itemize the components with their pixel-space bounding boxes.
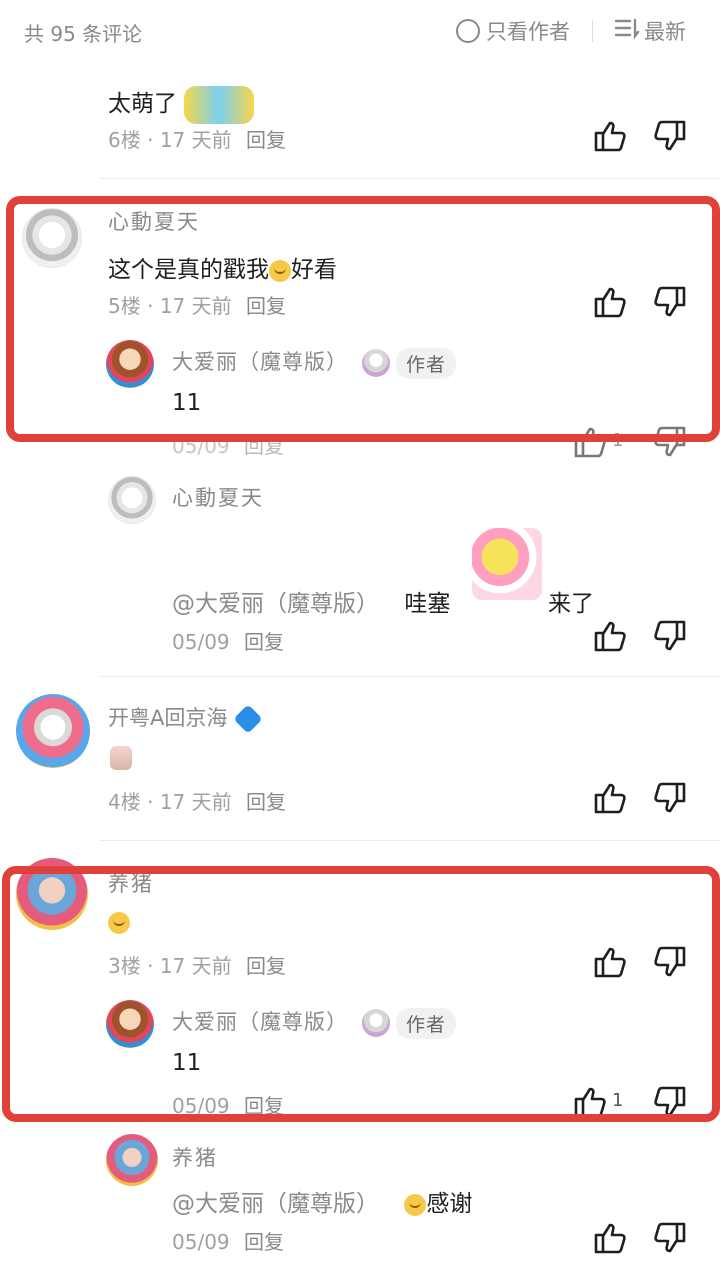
thumbs-up-icon[interactable] [572,424,608,460]
avatar[interactable] [108,476,156,524]
avatar[interactable] [106,340,154,388]
reply-author-row: 大爱丽（魔尊版） 作者 [172,1006,457,1039]
comments-header: 共 95 条评论 只看作者 最新 [0,0,720,62]
avatar[interactable] [22,208,82,268]
divider [100,676,720,677]
reply-content: @大爱丽（魔尊版） 哇塞 [172,591,451,617]
reply-meta: 05/09 回复 [172,1230,284,1254]
author-badge-avatar [362,1009,390,1037]
commenter-name[interactable]: 大爱丽（魔尊版） [172,1010,348,1034]
reply-button[interactable]: 回复 [244,1094,284,1118]
thumbs-down-icon[interactable] [652,780,688,816]
comment-content: 太萌了 [108,84,255,124]
thumbs-up-icon[interactable] [592,118,628,154]
reply-button[interactable]: 回复 [244,630,284,654]
commenter-name[interactable]: 心動夏天 [172,482,264,512]
reply-button[interactable]: 回复 [244,434,284,458]
reply-content: @大爱丽（魔尊版） 感谢 [172,1191,473,1217]
thumbs-down-icon[interactable] [652,424,688,460]
thumbs-up-icon[interactable] [572,1084,608,1120]
commenter-name[interactable]: 养猪 [108,868,154,898]
emoji-icon [269,259,291,282]
reply-author-row: 大爱丽（魔尊版） 作者 [172,346,457,379]
thumbs-down-icon[interactable] [652,618,688,654]
thumbs-down-icon[interactable] [652,1084,688,1120]
sort-button[interactable]: 最新 [614,16,686,46]
thumbs-down-icon[interactable] [652,1220,688,1256]
like-count: 1 [612,1090,624,1111]
mention-link[interactable]: @大爱丽（魔尊版） [172,1191,379,1217]
circle-icon [456,19,480,43]
comment-meta: 6楼 · 17 天前 回复 [108,128,286,152]
only-author-toggle[interactable]: 只看作者 [456,16,570,46]
comment-content: 这个是真的戳我 好看 [108,257,337,283]
divider [100,178,720,179]
avatar[interactable] [106,1134,158,1186]
reply-button[interactable]: 回复 [246,294,286,318]
commenter-name-row: 开粤A回京海 [108,702,264,734]
sticker-image [184,85,255,124]
avatar[interactable] [106,1000,154,1048]
thumbs-down-icon[interactable] [652,944,688,980]
thumbs-up-icon[interactable] [592,1220,628,1256]
reply-meta: 05/09 回复 [172,630,284,654]
thumbs-up-icon[interactable] [592,618,628,654]
only-author-label: 只看作者 [486,20,570,44]
comment-meta: 3楼 · 17 天前 回复 [108,954,286,978]
grin-emoji-icon [108,912,130,934]
sort-lines-icon [614,17,640,46]
thumbs-up-icon[interactable] [592,284,628,320]
reply-content: 11 [172,390,202,416]
reply-button[interactable]: 回复 [246,790,286,814]
thumbs-up-icon[interactable] [592,780,628,816]
thumbs-down-icon[interactable] [652,284,688,320]
reply-meta: 05/09 回复 [172,1094,284,1118]
commenter-name[interactable]: 开粤A回京海 [108,706,227,730]
reply-button[interactable]: 回复 [246,954,286,978]
sticker-image [472,528,542,600]
author-badge-avatar [362,349,390,377]
reply-content: 11 [172,1050,202,1076]
author-tag: 作者 [396,347,457,379]
smile-emoji-icon [404,1193,427,1216]
author-tag: 作者 [396,1007,457,1039]
reply-content-suffix: 来了 [548,591,594,617]
thumbs-up-icon[interactable] [592,944,628,980]
reply-button[interactable]: 回复 [246,128,286,152]
reply-button[interactable]: 回复 [244,1230,284,1254]
comment-count: 共 95 条评论 [24,22,143,46]
commenter-name[interactable]: 心動夏天 [108,206,200,236]
reply-meta: 05/09 回复 [172,434,284,458]
commenter-name[interactable]: 大爱丽（魔尊版） [172,350,348,374]
avatar[interactable] [16,694,90,768]
sort-label: 最新 [644,20,686,44]
thumbs-down-icon[interactable] [652,118,688,154]
avatar[interactable] [16,858,88,930]
like-count: 1 [612,430,624,451]
divider [100,840,720,841]
comment-meta: 4楼 · 17 天前 回复 [108,790,286,814]
comment-meta: 5楼 · 17 天前 回复 [108,294,286,318]
commenter-name[interactable]: 养猪 [172,1142,218,1172]
header-separator [592,20,593,42]
highlight-box [2,866,720,1122]
mention-link[interactable]: @大爱丽（魔尊版） [172,591,379,617]
hand-emoji-icon [110,746,132,770]
trophy-badge-icon [233,704,264,734]
